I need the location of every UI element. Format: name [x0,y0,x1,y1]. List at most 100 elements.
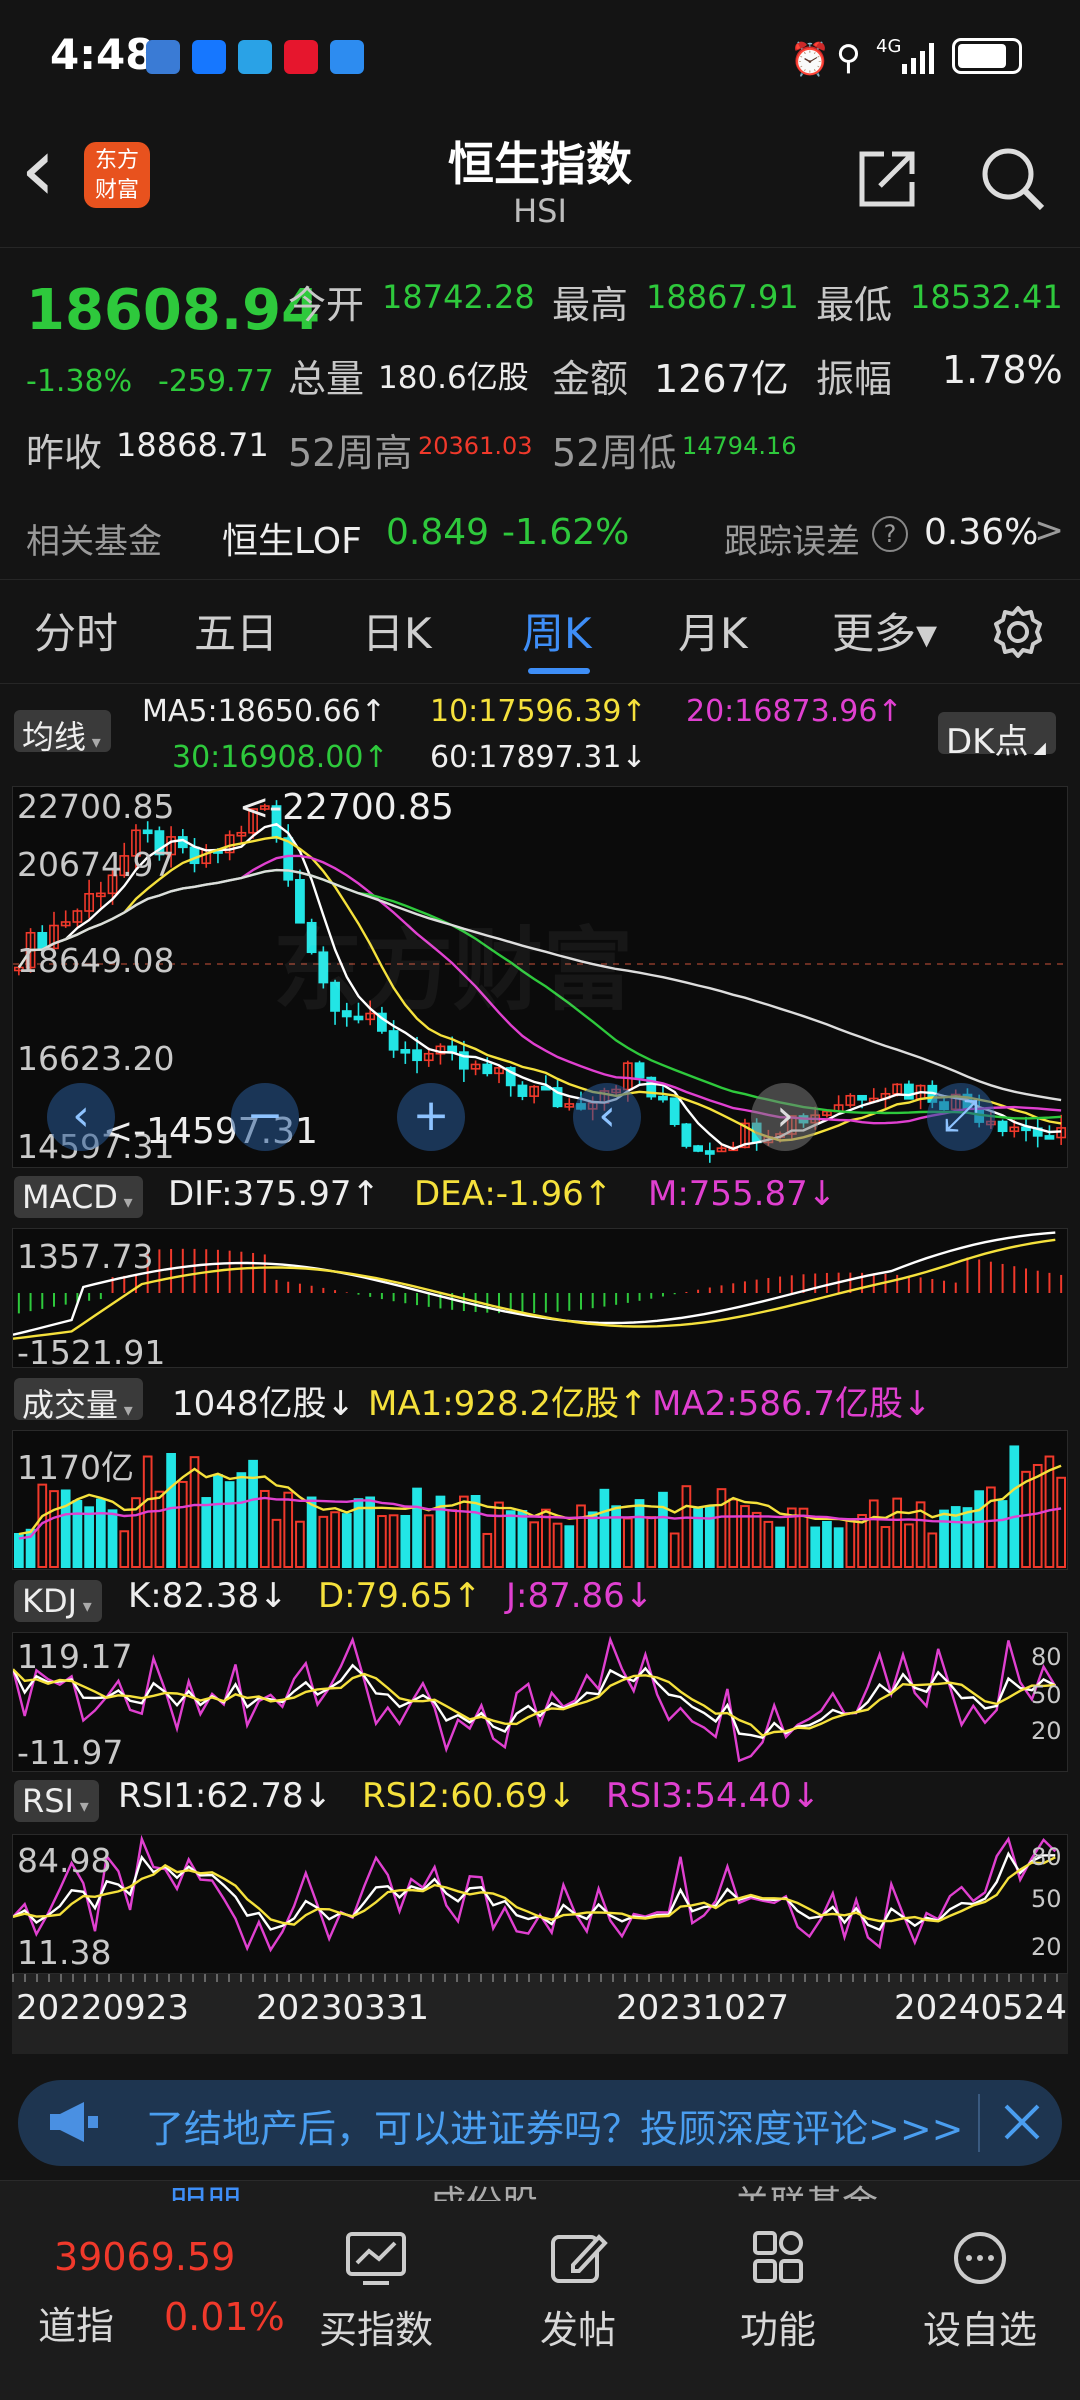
volume-bar [646,1516,657,1568]
volume-bar [704,1506,715,1568]
volume-bar [84,1506,94,1568]
volume-bar [845,1518,856,1568]
kdj-ref-50: 50 [1031,1681,1062,1709]
tab-more[interactable]: 更多▾ [832,600,937,661]
dk-point-button[interactable]: DK点 ◢ [938,712,1056,762]
volume-bar [716,1488,727,1568]
rsi-chart[interactable]: 84.98 11.38 80 50 20 [12,1834,1068,1974]
macd-y-bottom: -1521.91 [17,1333,166,1372]
rsi-y-bottom: 11.38 [17,1933,112,1972]
chevron-right-icon[interactable]: > [1034,510,1064,551]
volume-bar [1056,1476,1067,1568]
chart-screen-icon [345,2231,407,2285]
next-period-icon[interactable]: › [751,1083,819,1151]
macd-m: M:755.87↓ [648,1174,837,1214]
rsi-indicator-button[interactable]: RSI ▾ [14,1780,99,1822]
buy-index-label: 买指数 [318,2308,433,2352]
tab-monthly-k[interactable]: 月K [678,600,748,661]
week52-low: 14794.16 [682,432,797,460]
help-icon[interactable]: ? [872,516,908,552]
volume-bar [880,1526,891,1569]
zoom-out-icon[interactable]: − [231,1083,299,1151]
kline-chart[interactable]: 东方财富 22700.85 20674.97 18649.08 16623.20… [12,786,1068,1168]
macd-indicator-label: MACD [22,1178,118,1216]
candle-body [681,1123,692,1147]
grid-icon [747,2231,809,2285]
share-icon[interactable] [856,148,918,210]
low-label: 最低 [816,283,893,327]
candle-body [704,1150,715,1155]
kdj-ref-20: 20 [1031,1717,1062,1745]
volume-bar [494,1501,504,1568]
dow-name[interactable]: 道指 [38,2295,114,2350]
date-label-2: 20230331 [256,1988,430,2028]
high-label: 最高 [552,283,629,327]
prev-period-icon[interactable]: ‹ [573,1083,641,1151]
volume-chart[interactable]: 1170亿 [12,1430,1068,1570]
dow-price[interactable]: 39069.59 [54,2235,235,2279]
volume-bar [505,1510,516,1568]
y-tick-3: 18649.08 [17,941,175,980]
tab-daily-k[interactable]: 日K [362,600,432,661]
volume-bar [564,1525,575,1568]
change-value: -259.77 [158,364,274,399]
buy-index-button[interactable]: 买指数 [306,2231,446,2354]
rsi2-value: RSI2:60.69↓ [362,1776,577,1816]
high-value: 18867.91 [646,278,799,316]
volume-bar [775,1526,785,1568]
quote-panel: 18608.94 -1.38% -259.77 昨收 18868.71 今开 1… [0,248,1080,480]
candle-body [658,1095,668,1101]
macd-chart[interactable]: 1357.73 -1521.91 [12,1228,1068,1372]
candle-body [857,1094,867,1101]
volume-bar [107,1509,118,1569]
candle-body [693,1145,703,1152]
kdj-y-bottom: -11.97 [17,1733,124,1772]
volume-bar [1009,1445,1020,1568]
tab-intraday[interactable]: 分时 [34,600,118,661]
close-icon[interactable] [1002,2102,1042,2142]
prev-close-label: 昨收 [26,431,103,475]
page-subtitle: HSI [513,192,567,230]
candle-body [997,1120,1008,1133]
banner-text[interactable]: 了结地产后，可以进证券吗？投顾深度评论>>> [146,2098,976,2153]
tab-weekly-k[interactable]: 周K [522,600,592,661]
macd-y-top: 1357.73 [17,1237,154,1276]
news-banner[interactable]: 了结地产后，可以进证券吗？投顾深度评论>>> [18,2080,1062,2166]
rsi1-value: RSI1:62.78↓ [118,1776,333,1816]
zoom-in-icon[interactable]: + [397,1083,465,1151]
settings-gear-icon[interactable] [990,604,1046,660]
kdj-j: J:87.86↓ [506,1576,654,1616]
location-icon: ⚲ [836,38,861,78]
volume-bar [459,1495,469,1568]
kdj-indicator-label: KDJ [22,1582,78,1620]
add-watchlist-button[interactable]: 设自选 [910,2231,1050,2354]
volume-bar [423,1514,434,1569]
volume-indicator-button[interactable]: 成交量 ▾ [14,1378,143,1424]
volume-bar [341,1513,352,1568]
date-label-3: 20231027 [616,1988,790,2028]
functions-button[interactable]: 功能 [708,2231,848,2354]
related-fund-row[interactable]: 相关基金 恒生LOF 0.849 -1.62% 跟踪误差 ? 0.36% > [0,480,1080,580]
dow-percent[interactable]: 0.01% [164,2295,285,2339]
volume-bar [295,1520,305,1568]
volume-bar [236,1472,247,1568]
search-icon[interactable] [980,146,1046,212]
macd-dea: DEA:-1.96↑ [414,1174,613,1214]
fullscreen-icon[interactable]: ⤢ [927,1083,995,1151]
macd-indicator-button[interactable]: MACD ▾ [14,1176,143,1218]
fund-name[interactable]: 恒生LOF [222,512,362,564]
edit-icon [547,2231,609,2285]
volume-bar [763,1520,774,1568]
candle-body [1044,1135,1055,1140]
date-label-1: 20220923 [16,1988,190,2028]
rsi-plot [13,1835,1057,1953]
week52-low-label: 52周低 [552,431,677,475]
rsi3-line [13,1835,1057,1953]
app-notification-icon [146,40,180,74]
post-button[interactable]: 发帖 [508,2231,648,2354]
ma-indicator-button[interactable]: 均线 ▾ [14,710,111,756]
kdj-indicator-button[interactable]: KDJ ▾ [14,1580,102,1622]
scroll-left-icon[interactable]: ‹ [47,1083,115,1151]
tab-five-day[interactable]: 五日 [194,600,278,661]
kdj-chart[interactable]: 119.17 -11.97 80 50 20 [12,1632,1068,1772]
